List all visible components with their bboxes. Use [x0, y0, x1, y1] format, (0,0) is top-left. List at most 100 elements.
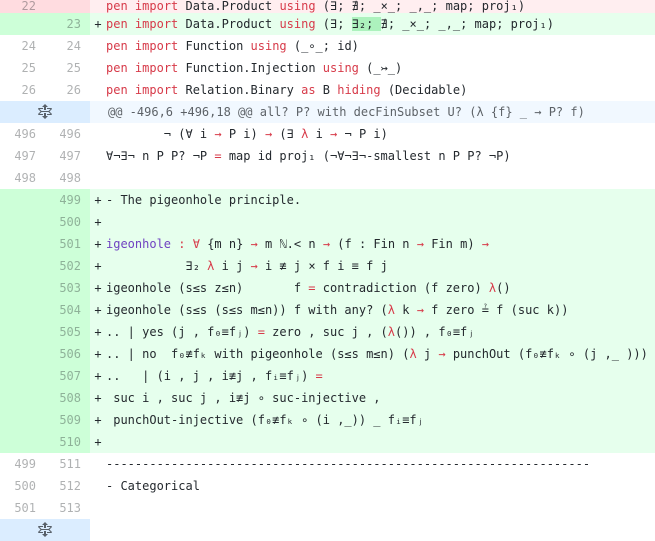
old-line-number[interactable]	[0, 387, 45, 409]
code-token: →	[481, 237, 490, 251]
old-line-number[interactable]	[0, 299, 45, 321]
old-line-number[interactable]	[0, 13, 45, 35]
code-token: using	[279, 17, 316, 31]
new-line-number[interactable]: 505	[45, 321, 90, 343]
code-token: (_∘_; id)	[286, 39, 359, 53]
new-line-number[interactable]: 25	[45, 57, 90, 79]
new-line-number[interactable]: 509	[45, 409, 90, 431]
new-line-number[interactable]: 496	[45, 123, 90, 145]
old-line-number[interactable]	[0, 409, 45, 431]
added-line: 501 + igeonhole : ∀ {m n} → m ℕ.< n → (f :…	[0, 233, 655, 255]
old-line-number[interactable]	[0, 211, 45, 233]
new-line-number[interactable]: 508	[45, 387, 90, 409]
code-token: m ℕ.< n	[257, 237, 323, 251]
old-line-number[interactable]	[0, 233, 45, 255]
new-line-number[interactable]: 501	[45, 233, 90, 255]
diff-marker: +	[94, 347, 102, 361]
new-line-number[interactable]: 24	[45, 35, 90, 57]
code-token: ∃₂	[106, 259, 208, 273]
new-line-number[interactable]: 506	[45, 343, 90, 365]
new-line-number[interactable]: 510	[45, 431, 90, 453]
code-token: import	[134, 39, 179, 53]
old-line-number[interactable]: 22	[0, 0, 45, 13]
old-line-number[interactable]	[0, 343, 45, 365]
new-line-number[interactable]: 26	[45, 79, 90, 101]
new-line-number[interactable]: 499	[45, 189, 90, 211]
code-token: i	[308, 127, 331, 141]
context-line: 498 498	[0, 167, 655, 189]
new-line-number[interactable]: 498	[45, 167, 90, 189]
code-token: punchOut-injective (f₀≢fₖ ∘ (i ,_)) _ fᵢ…	[106, 413, 424, 427]
code-token: →	[250, 237, 258, 251]
code-content: pen import Function using (_∘_; id)	[106, 35, 655, 57]
new-line-number[interactable]: 511	[45, 453, 90, 475]
code-token: punchOut (f₀≢fₖ ∘ (j ,_ )))	[445, 347, 648, 361]
code-content: suc i , suc j , i≢j ∘ suc-injective ,	[106, 387, 655, 409]
code-token: map id proj₁ (¬∀¬∃¬-smallest n P P? ¬P)	[221, 149, 511, 163]
added-line: 510 +	[0, 431, 655, 453]
old-line-number[interactable]: 501	[0, 497, 45, 519]
diff-view: 22 pen import Data.Product using (∃; ∄; _…	[0, 0, 655, 541]
new-line-number[interactable]: 500	[45, 211, 90, 233]
new-line-number[interactable]: 502	[45, 255, 90, 277]
old-line-number[interactable]	[0, 189, 45, 211]
context-line: 499 511 ----------------------------------…	[0, 453, 655, 475]
added-line: 504 + igeonhole (s≤s (s≤s m≤n)) f with any…	[0, 299, 655, 321]
diff-marker	[90, 123, 106, 145]
new-line-number[interactable]: 507	[45, 365, 90, 387]
code-token: import	[134, 0, 179, 13]
new-line-number[interactable]: 513	[45, 497, 90, 519]
code-content	[106, 431, 655, 453]
code-token: import	[134, 17, 179, 31]
unfold-icon[interactable]	[0, 522, 90, 538]
new-line-number[interactable]	[45, 0, 90, 13]
diff-marker: +	[94, 281, 102, 295]
new-line-number[interactable]: 497	[45, 145, 90, 167]
changed-token: ∃₂;	[351, 17, 381, 31]
added-line: 499 + - The pigeonhole principle.	[0, 189, 655, 211]
expander-row	[0, 519, 90, 541]
new-line-number[interactable]: 504	[45, 299, 90, 321]
code-token: ()	[496, 281, 511, 295]
diff-marker: +	[94, 413, 102, 427]
old-line-number[interactable]	[0, 321, 45, 343]
code-token: B	[315, 83, 338, 97]
code-token: ()) , f₀≡fⱼ	[395, 325, 475, 339]
code-token: import	[134, 83, 179, 97]
old-line-number[interactable]	[0, 277, 45, 299]
code-token: .. | yes (j , f₀≡fⱼ)	[106, 325, 258, 339]
added-line: 23 + pen import Data.Product using (∃; ∃₂;…	[0, 13, 655, 35]
code-token: Data.Product	[178, 17, 280, 31]
old-line-number[interactable]: 496	[0, 123, 45, 145]
new-line-number[interactable]: 503	[45, 277, 90, 299]
old-line-number[interactable]: 497	[0, 145, 45, 167]
new-line-number[interactable]: 23	[45, 13, 90, 35]
diff-marker: +	[94, 17, 102, 31]
code-content: pen import Data.Product using (∃; ∃₂; ∄;…	[106, 13, 655, 35]
new-line-number[interactable]: 512	[45, 475, 90, 497]
code-token: as	[301, 83, 316, 97]
code-token: Function.Injection	[178, 61, 323, 75]
code-token: →	[322, 237, 331, 251]
code-token: ¬ P i)	[337, 127, 388, 141]
old-line-number[interactable]	[0, 431, 45, 453]
old-line-number[interactable]: 500	[0, 475, 45, 497]
old-line-number[interactable]: 24	[0, 35, 45, 57]
code-token: hiding	[337, 83, 381, 97]
old-line-number[interactable]: 498	[0, 167, 45, 189]
code-token: Relation.Binary	[178, 83, 302, 97]
old-line-number[interactable]	[0, 255, 45, 277]
old-line-number[interactable]: 499	[0, 453, 45, 475]
old-line-number[interactable]: 25	[0, 57, 45, 79]
code-token: igeonhole (s≤s (s≤s m≤n)) f with any? (	[106, 303, 388, 317]
code-token: - The pigeonhole principle.	[106, 193, 302, 207]
code-token: .. | (i , j , i≢j , fᵢ≡fⱼ)	[106, 369, 316, 383]
old-line-number[interactable]: 26	[0, 79, 45, 101]
unfold-icon[interactable]	[0, 101, 90, 123]
code-token: =	[315, 369, 323, 383]
old-line-number[interactable]	[0, 365, 45, 387]
context-line: 496 496 ¬ (∀ i → P i) → (∃ λ i → ¬ P i)	[0, 123, 655, 145]
code-content: pen import Relation.Binary as B hiding (…	[106, 79, 655, 101]
code-content: pen import Function.Injection using (_↣_…	[106, 57, 655, 79]
